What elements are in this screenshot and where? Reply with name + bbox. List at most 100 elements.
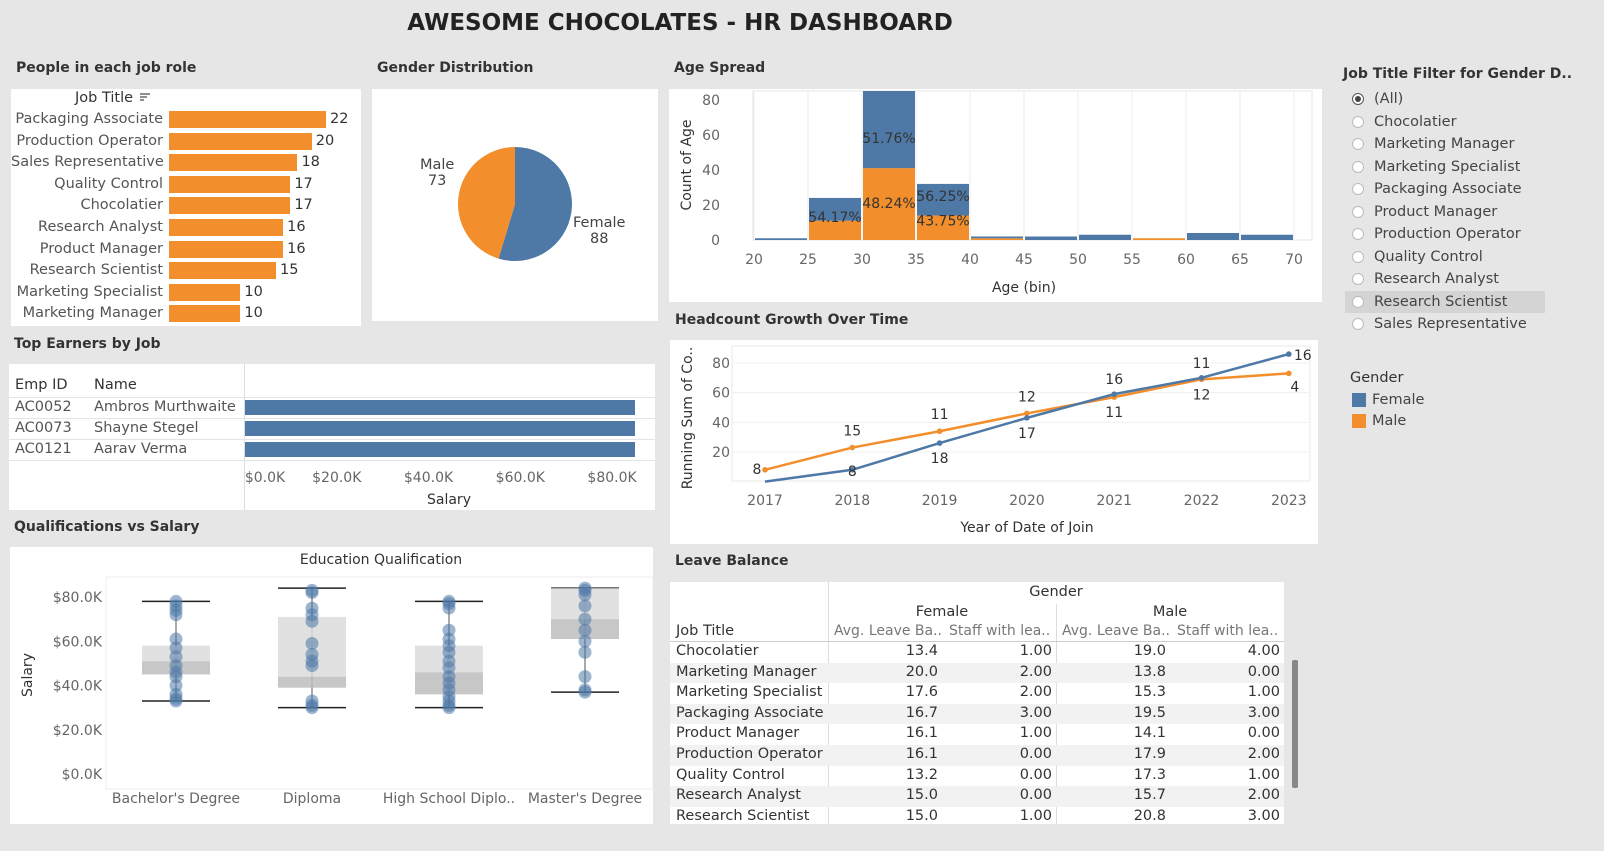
job-role-bar[interactable] [169, 219, 284, 236]
job-role-bar[interactable] [169, 111, 326, 128]
radio-button[interactable] [1352, 205, 1364, 218]
job-role-bar[interactable] [169, 132, 312, 150]
job-role-bar[interactable] [169, 175, 291, 193]
filter-option[interactable]: Sales Representative [1345, 313, 1545, 335]
hc-xtick: 2023 [1271, 493, 1307, 509]
job-role-bar[interactable] [169, 283, 241, 301]
hc-label-male: 12 [1193, 387, 1211, 403]
radio-button[interactable] [1352, 115, 1364, 128]
filter-option[interactable]: Research Analyst [1345, 268, 1545, 290]
hc-label-female: 16 [1294, 348, 1312, 364]
filter-option[interactable]: Marketing Specialist [1345, 156, 1545, 178]
hc-point-female [1024, 415, 1030, 421]
box-lower [278, 676, 346, 688]
male-label-text: Male [420, 157, 455, 173]
hc-xtick: 2021 [1096, 493, 1132, 509]
job-cell: Quality Control [676, 766, 785, 783]
job-role-bar[interactable] [169, 305, 241, 323]
job-role-count: 17 [294, 197, 313, 214]
value-cell: 1.00 [1247, 766, 1280, 783]
salary-xtick: $40.0K [404, 470, 454, 486]
job-title-header[interactable]: Job Title [75, 90, 150, 106]
leave-table-scrollbar[interactable] [1292, 660, 1298, 788]
job-role-bar[interactable] [169, 154, 298, 172]
hc-label-female: 17 [1018, 426, 1036, 442]
job-role-bar[interactable] [169, 262, 277, 280]
legend-female[interactable]: Female [1352, 390, 1424, 410]
job-role-bar[interactable] [169, 197, 291, 215]
top-earners-panel: Emp ID Name AC0052 Ambros Murthwaite AC007… [9, 364, 655, 510]
value-cell: 15.0 [905, 807, 938, 824]
value-cell: 2.00 [1247, 787, 1280, 804]
filter-option-label: Chocolatier [1374, 113, 1457, 130]
job-role-label: Research Analyst [38, 219, 163, 235]
age-pct-label: 48.24% [862, 196, 915, 212]
value-cell: 0.00 [1247, 663, 1280, 680]
age-xtick: 65 [1231, 252, 1249, 268]
salary-dot [305, 701, 319, 715]
value-cell: 17.9 [1133, 746, 1166, 762]
value-cell: 1.00 [1019, 643, 1052, 659]
hc-point-male [762, 467, 768, 473]
hc-xtick: 2022 [1184, 493, 1220, 509]
job-role-label: Quality Control [54, 175, 163, 192]
radio-button[interactable] [1352, 93, 1364, 105]
filter-option[interactable]: Packaging Associate [1345, 178, 1545, 200]
legend-male[interactable]: Male [1352, 411, 1406, 431]
top-earners-chart: $0.0K $20.0K $40.0K $60.0K $80.0K Salary [245, 400, 638, 508]
filter-option[interactable]: Research Scientist [1345, 290, 1545, 313]
measure-col-header[interactable]: Avg. Leave Ba.. [834, 623, 942, 639]
hc-label-male: 12 [1018, 389, 1036, 405]
qualifications-panel: Education Qualification $80.0K $60.0K $40.0… [10, 547, 654, 824]
salary-xtick: $0.0K [245, 470, 286, 486]
age-xtick: 60 [1177, 252, 1195, 268]
table-row: Marketing Manager 20.0 2.00 13.8 0.00 [670, 663, 1284, 684]
hc-ytick: 40 [712, 415, 730, 431]
age-xtick: 40 [961, 252, 979, 268]
salary-dot [578, 612, 592, 626]
hc-xtick: 2019 [922, 493, 958, 509]
filter-option[interactable]: Marketing Manager [1345, 133, 1545, 155]
filter-option[interactable]: Product Manager [1345, 201, 1545, 223]
qual-ytick: $80.0K [53, 590, 103, 606]
job-cell: Chocolatier [676, 643, 759, 659]
salary-dot [305, 659, 319, 673]
radio-button[interactable] [1352, 228, 1364, 240]
salary-bar [245, 421, 635, 436]
job-role-label: Research Scientist [29, 262, 163, 279]
sort-descending-icon[interactable] [139, 90, 150, 106]
radio-button[interactable] [1352, 273, 1364, 285]
measure-col-header[interactable]: Staff with lea.. [949, 623, 1050, 639]
filter-option-label: Research Scientist [1374, 293, 1508, 310]
radio-button[interactable] [1352, 295, 1364, 308]
radio-button[interactable] [1352, 138, 1364, 150]
salary-dot [305, 586, 319, 600]
job-role-bar[interactable] [169, 240, 284, 258]
radio-button[interactable] [1352, 250, 1364, 263]
job-title-col-header[interactable]: Job Title [676, 623, 734, 639]
salary-dot [305, 614, 319, 628]
hc-ylabel: Running Sum of Co.. [680, 347, 696, 490]
radio-button[interactable] [1352, 318, 1364, 330]
filter-option[interactable]: (All) [1345, 88, 1545, 110]
radio-button[interactable] [1352, 183, 1364, 195]
legend-title: Gender [1350, 370, 1404, 386]
table-row: Research Analyst 15.0 0.00 15.7 2.00 [670, 786, 1284, 807]
filter-option[interactable]: Quality Control [1345, 246, 1545, 268]
measure-col-header[interactable]: Staff with lea.. [1177, 623, 1278, 639]
salary-bar [245, 400, 635, 415]
hc-point-female [1111, 391, 1117, 397]
measure-col-header[interactable]: Avg. Leave Ba.. [1062, 623, 1170, 639]
job-cell: Research Scientist [676, 807, 810, 824]
hc-ytick: 80 [712, 356, 730, 372]
male-label: Male 73 [420, 157, 454, 189]
value-cell: 13.2 [905, 766, 938, 783]
table-row: Product Manager 16.1 1.00 14.1 0.00 [670, 724, 1284, 745]
filter-option[interactable]: Chocolatier [1345, 111, 1545, 133]
job-role-label: Marketing Manager [22, 305, 163, 322]
filter-option[interactable]: Production Operator [1345, 223, 1545, 245]
radio-button[interactable] [1352, 160, 1364, 173]
headcount-title: Headcount Growth Over Time [675, 312, 909, 328]
job-role-label: Chocolatier [80, 197, 163, 214]
table-row: Marketing Specialist 17.6 2.00 15.3 1.00 [670, 683, 1284, 704]
